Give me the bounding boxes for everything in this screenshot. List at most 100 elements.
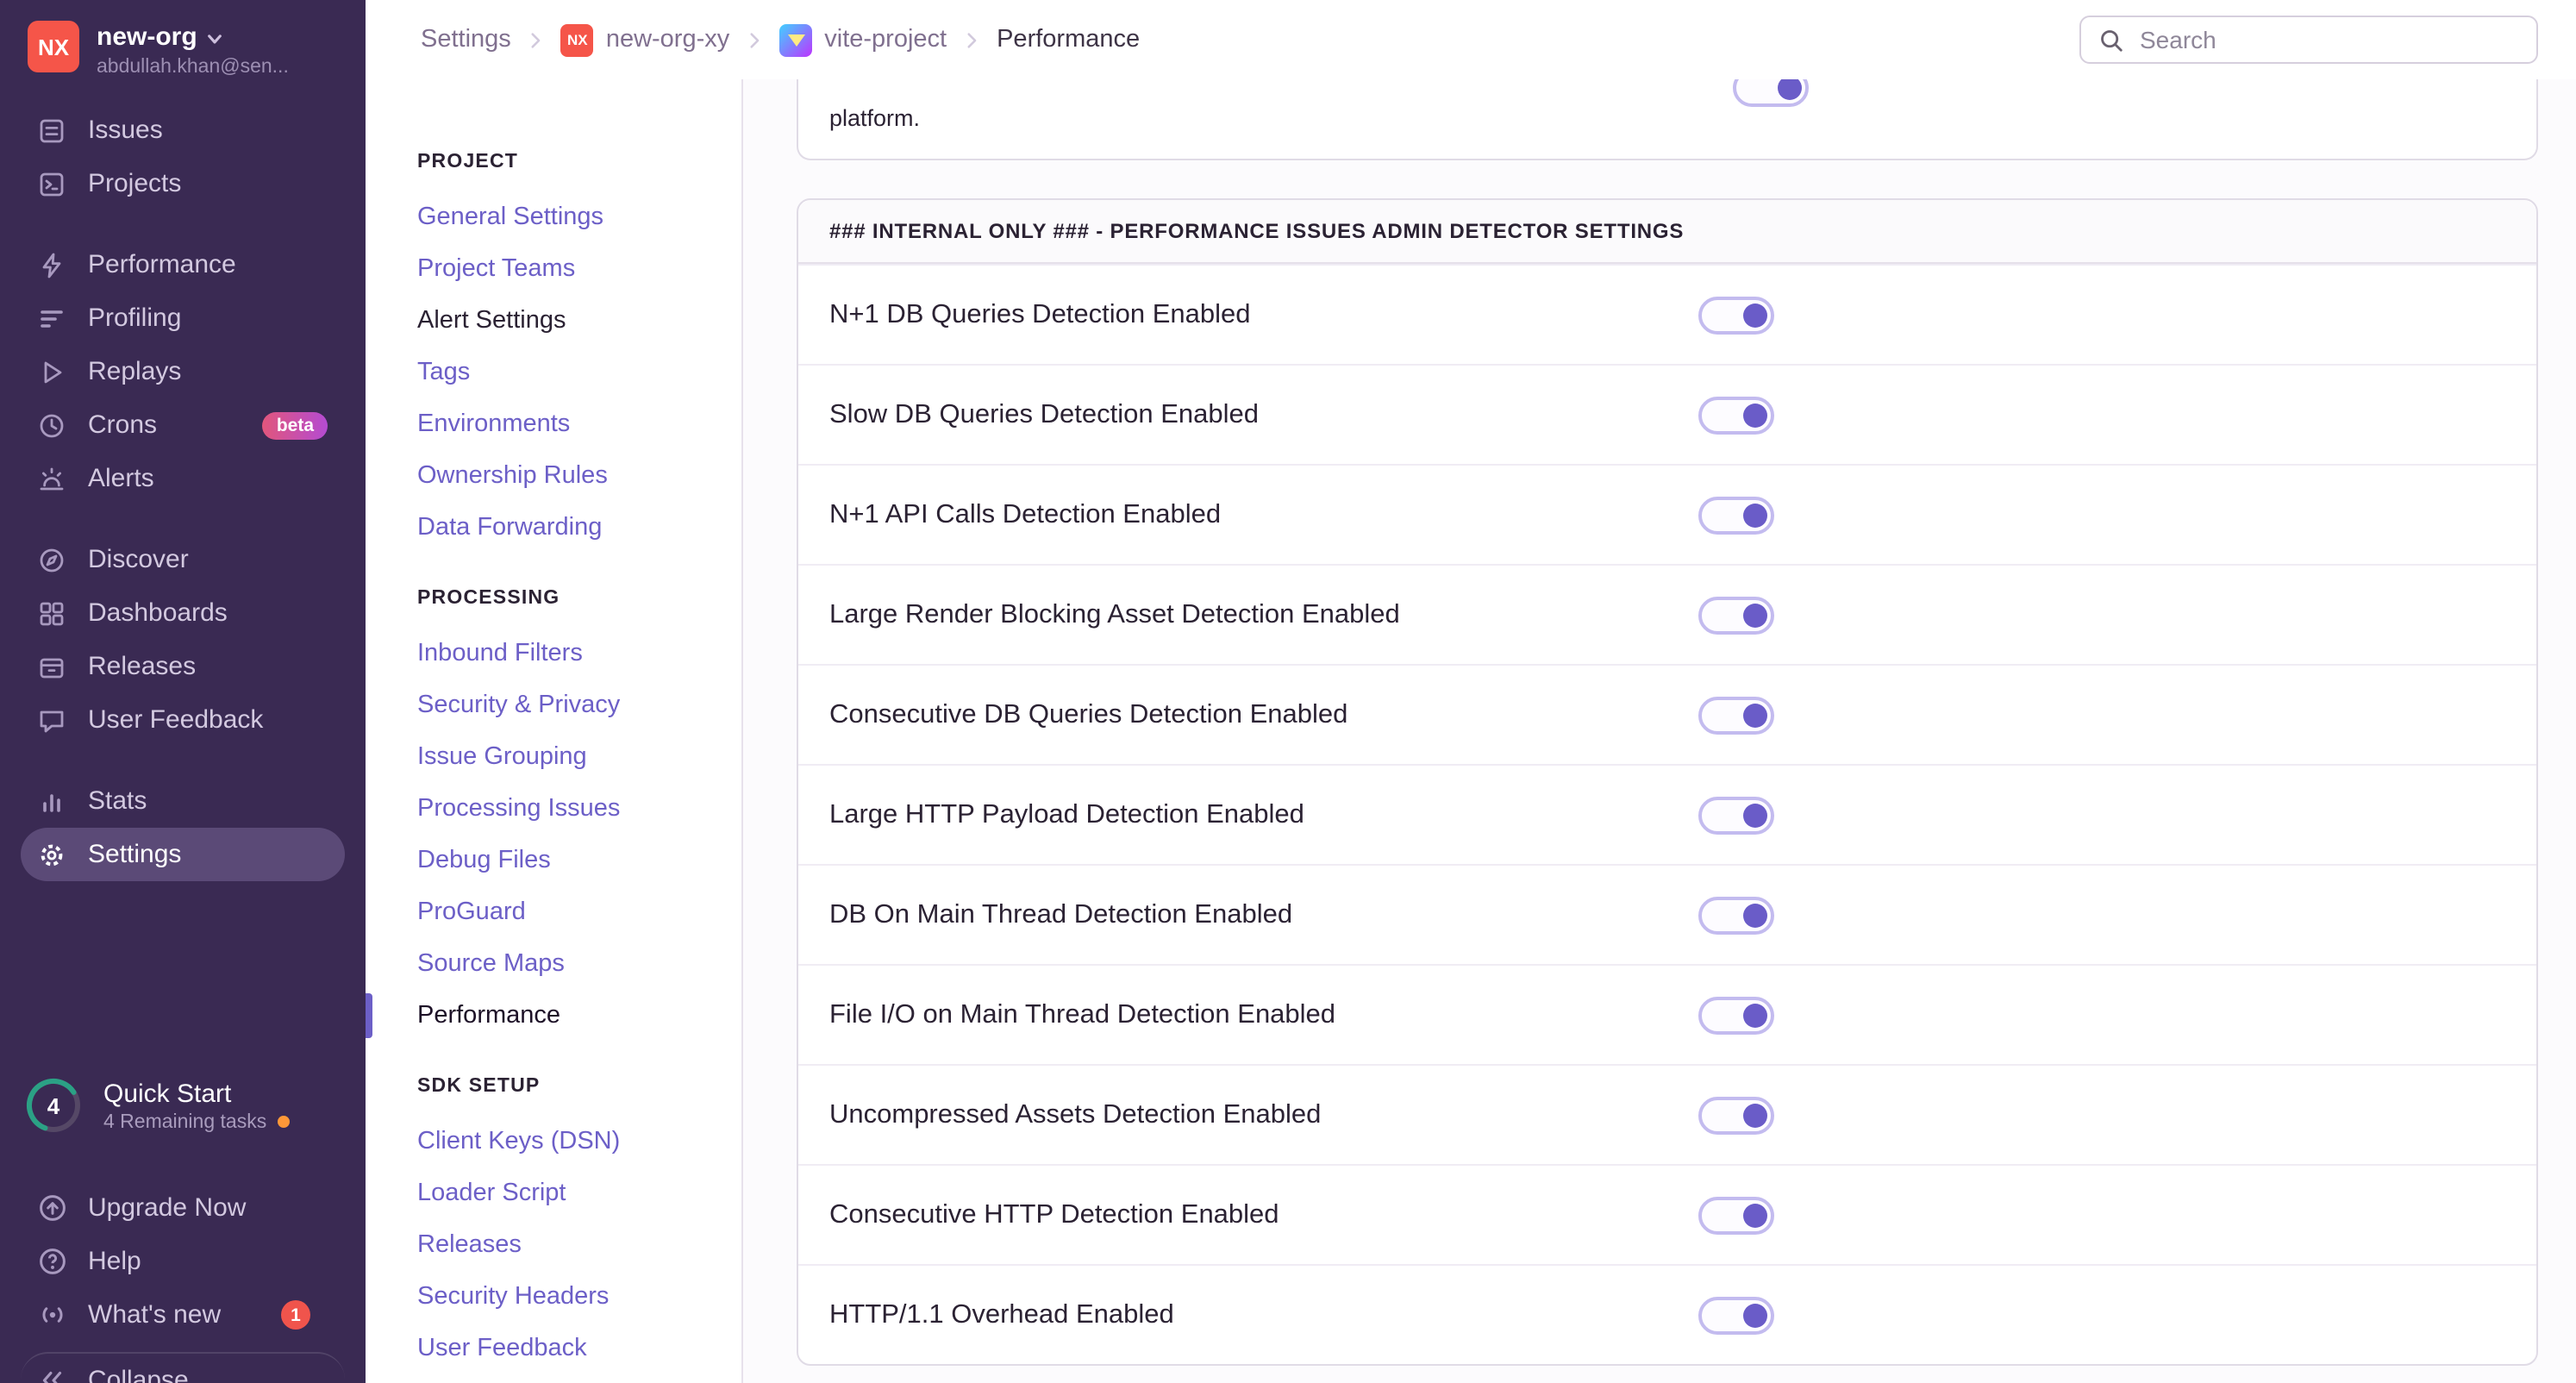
subnav-item-data-forwarding[interactable]: Data Forwarding xyxy=(417,502,741,554)
alerts-icon xyxy=(38,465,66,492)
toggle-switch[interactable] xyxy=(1698,896,1774,934)
detector-row: DB On Main Thread Detection Enabled xyxy=(798,864,2536,964)
subnav-item-client-keys[interactable]: Client Keys (DSN) xyxy=(417,1116,741,1167)
sidebar-item-label: Replays xyxy=(88,357,182,386)
field-label: Uncompressed Assets Detection Enabled xyxy=(829,1099,1322,1129)
sidebar-item-dashboards[interactable]: Dashboards xyxy=(21,586,345,640)
subnav-section-title: PROJECT xyxy=(417,152,519,172)
search-input[interactable] xyxy=(2136,24,2519,55)
detector-row: Consecutive HTTP Detection Enabled xyxy=(798,1164,2536,1264)
subnav-section-title: PROCESSING xyxy=(417,588,560,609)
replays-icon xyxy=(38,358,66,385)
projects-icon xyxy=(38,170,66,197)
issues-icon xyxy=(38,116,66,144)
performance-icon xyxy=(38,251,66,278)
chevron-right-icon xyxy=(960,28,983,51)
field-label: File I/O on Main Thread Detection Enable… xyxy=(829,999,1336,1029)
sidebar-item-label: Alerts xyxy=(88,464,154,493)
sidebar-item-performance[interactable]: Performance xyxy=(21,238,345,291)
subnav-item-proguard[interactable]: ProGuard xyxy=(417,886,741,938)
sidebar-item-label: Stats xyxy=(88,786,147,816)
subnav-item-releases[interactable]: Releases xyxy=(417,1219,741,1271)
subnav-item-general-settings[interactable]: General Settings xyxy=(417,191,741,243)
org-switcher[interactable]: NX new-org abdullah.khan@sen... xyxy=(0,0,366,79)
toggle-switch[interactable] xyxy=(1698,496,1774,534)
whats-new-button[interactable]: What's new 1 xyxy=(21,1288,345,1342)
sidebar-item-projects[interactable]: Projects xyxy=(21,157,345,210)
search-icon xyxy=(2098,27,2124,53)
subnav-item-project-teams[interactable]: Project Teams xyxy=(417,243,741,295)
broadcast-icon xyxy=(38,1300,67,1330)
toggle-switch[interactable] xyxy=(1698,1096,1774,1134)
subnav-item-processing-issues[interactable]: Processing Issues xyxy=(417,783,741,835)
breadcrumb-settings[interactable]: Settings xyxy=(421,26,511,53)
toggle-switch[interactable] xyxy=(1698,996,1774,1034)
toggle-switch[interactable] xyxy=(1698,796,1774,834)
subnav-item-alert-settings[interactable]: Alert Settings xyxy=(417,295,741,347)
subnav-item-tags[interactable]: Tags xyxy=(417,347,741,398)
help-text-fragment: platform. xyxy=(829,105,921,131)
sidebar-item-alerts[interactable]: Alerts xyxy=(21,452,345,505)
active-indicator-bar xyxy=(366,993,372,1038)
subnav-item-ownership-rules[interactable]: Ownership Rules xyxy=(417,450,741,502)
subnav-item-source-maps[interactable]: Source Maps xyxy=(417,938,741,990)
sidebar-nav: Issues Projects Performance Profiling Re… xyxy=(0,103,366,881)
sidebar-item-profiling[interactable]: Profiling xyxy=(21,291,345,345)
settings-subnav: PROJECT General Settings Project Teams A… xyxy=(366,79,743,1383)
quick-start-label: Quick Start xyxy=(103,1079,232,1108)
app-root: NX new-org abdullah.khan@sen... Issues P… xyxy=(0,0,2576,1383)
search-box[interactable] xyxy=(2079,16,2538,64)
subnav-item-debug-files[interactable]: Debug Files xyxy=(417,835,741,886)
sidebar-item-label: Projects xyxy=(88,169,182,198)
subnav-item-loader-script[interactable]: Loader Script xyxy=(417,1167,741,1219)
collapse-button[interactable]: Collapse xyxy=(21,1352,345,1383)
upgrade-now-button[interactable]: Upgrade Now xyxy=(21,1181,345,1235)
detector-row: Large Render Blocking Asset Detection En… xyxy=(798,564,2536,664)
help-button[interactable]: Help xyxy=(21,1235,345,1288)
subnav-item-user-feedback[interactable]: User Feedback xyxy=(417,1323,741,1374)
toggle-switch[interactable] xyxy=(1698,1296,1774,1334)
crons-icon xyxy=(38,411,66,439)
vite-project-logo xyxy=(779,23,813,56)
sidebar-item-releases[interactable]: Releases xyxy=(21,640,345,693)
sidebar-item-label: Profiling xyxy=(88,304,182,333)
toggle-switch[interactable] xyxy=(1698,296,1774,334)
field-label: N+1 DB Queries Detection Enabled xyxy=(829,299,1251,329)
sidebar-item-issues[interactable]: Issues xyxy=(21,103,345,157)
subnav-item-inbound-filters[interactable]: Inbound Filters xyxy=(417,628,741,679)
breadcrumb-org[interactable]: NX new-org-xy xyxy=(560,23,729,56)
field-label: Consecutive HTTP Detection Enabled xyxy=(829,1199,1279,1229)
quick-start[interactable]: 4 Quick Start 4 Remaining tasks xyxy=(21,1067,345,1143)
subnav-item-performance[interactable]: Performance xyxy=(366,990,741,1042)
subnav-item-environments[interactable]: Environments xyxy=(417,398,741,450)
breadcrumb: Settings NX new-org-xy vite-project Perf… xyxy=(421,23,1140,56)
sidebar-item-user-feedback[interactable]: User Feedback xyxy=(21,693,345,747)
beta-badge: beta xyxy=(262,411,328,439)
detector-row: N+1 DB Queries Detection Enabled xyxy=(798,264,2536,364)
sidebar-item-replays[interactable]: Replays xyxy=(21,345,345,398)
task-dot xyxy=(277,1116,290,1128)
breadcrumb-project[interactable]: vite-project xyxy=(779,23,947,56)
detector-row: File I/O on Main Thread Detection Enable… xyxy=(798,964,2536,1064)
org-avatar-small: NX xyxy=(560,23,594,56)
chevron-right-icon xyxy=(525,28,547,51)
sidebar-item-label: User Feedback xyxy=(88,705,264,735)
chevron-right-icon xyxy=(743,28,766,51)
toggle-switch[interactable] xyxy=(1698,396,1774,434)
subnav-item-security-privacy[interactable]: Security & Privacy xyxy=(417,679,741,731)
field-label: Slow DB Queries Detection Enabled xyxy=(829,399,1259,429)
help-label: Help xyxy=(88,1247,141,1276)
sidebar-item-settings[interactable]: Settings xyxy=(21,828,345,881)
toggle-switch[interactable] xyxy=(1698,696,1774,734)
toggle-switch[interactable] xyxy=(1698,1196,1774,1234)
sidebar-item-crons[interactable]: Crons beta xyxy=(21,398,345,452)
subnav-item-issue-grouping[interactable]: Issue Grouping xyxy=(417,731,741,783)
sidebar-item-stats[interactable]: Stats xyxy=(21,774,345,828)
sidebar-item-discover[interactable]: Discover xyxy=(21,533,345,586)
subnav-item-security-headers[interactable]: Security Headers xyxy=(417,1271,741,1323)
field-label: Large Render Blocking Asset Detection En… xyxy=(829,599,1400,629)
profiling-icon xyxy=(38,304,66,332)
toggle-switch[interactable] xyxy=(1733,79,1809,107)
user-feedback-icon xyxy=(38,706,66,734)
toggle-switch[interactable] xyxy=(1698,596,1774,634)
